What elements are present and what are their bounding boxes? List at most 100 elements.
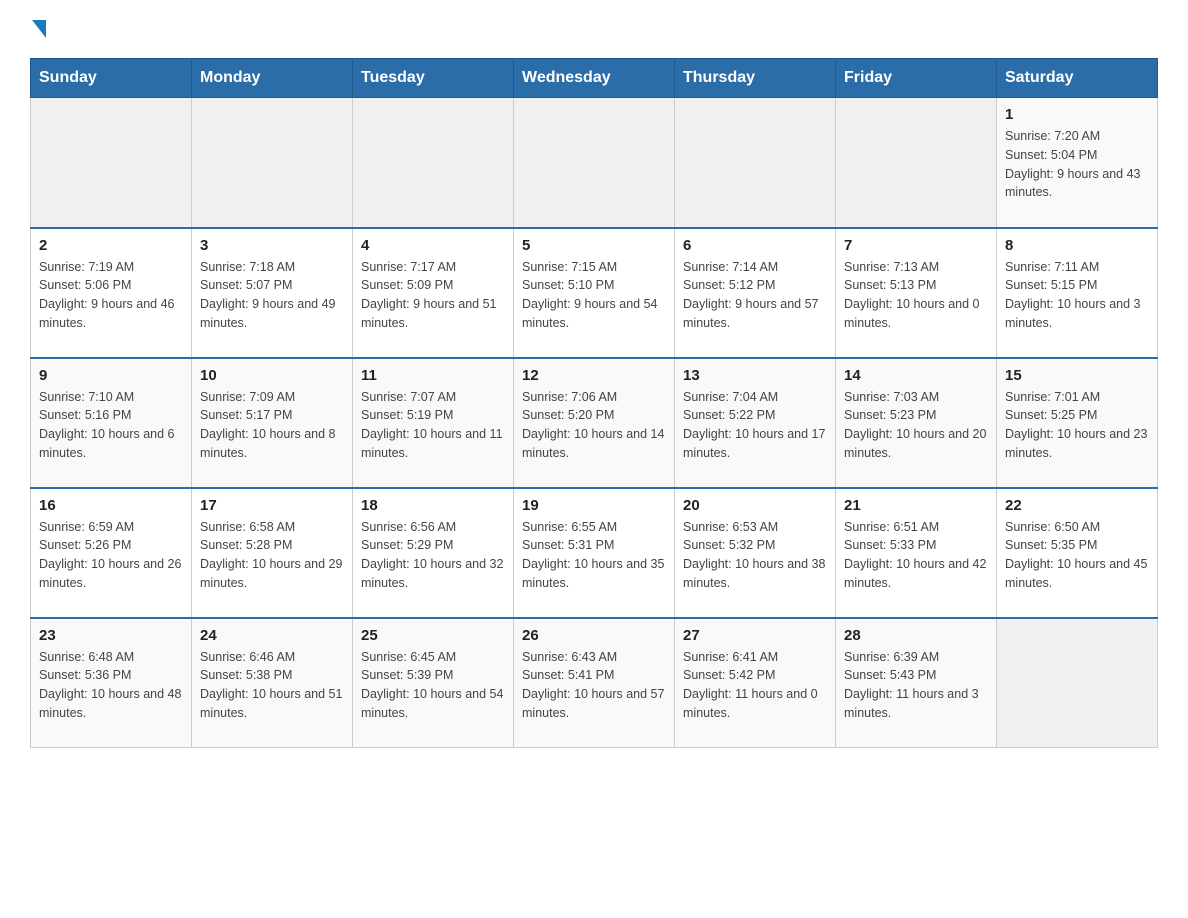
day-info: Sunrise: 6:59 AM Sunset: 5:26 PM Dayligh…: [39, 518, 183, 593]
calendar-cell: 10 Sunrise: 7:09 AM Sunset: 5:17 PM Dayli…: [192, 358, 353, 488]
day-number: 3: [200, 237, 344, 254]
day-number: 25: [361, 627, 505, 644]
day-info: Sunrise: 6:39 AM Sunset: 5:43 PM Dayligh…: [844, 648, 988, 723]
calendar-cell: 7 Sunrise: 7:13 AM Sunset: 5:13 PM Daylig…: [836, 228, 997, 358]
day-number: 27: [683, 627, 827, 644]
calendar-cell: 16 Sunrise: 6:59 AM Sunset: 5:26 PM Dayli…: [31, 488, 192, 618]
column-header-wednesday: Wednesday: [514, 59, 675, 98]
calendar-cell: 13 Sunrise: 7:04 AM Sunset: 5:22 PM Dayli…: [675, 358, 836, 488]
calendar-cell: 23 Sunrise: 6:48 AM Sunset: 5:36 PM Dayli…: [31, 618, 192, 748]
calendar-week-row: 1 Sunrise: 7:20 AM Sunset: 5:04 PM Daylig…: [31, 98, 1158, 228]
calendar-cell: 6 Sunrise: 7:14 AM Sunset: 5:12 PM Daylig…: [675, 228, 836, 358]
day-info: Sunrise: 6:58 AM Sunset: 5:28 PM Dayligh…: [200, 518, 344, 593]
day-number: 16: [39, 497, 183, 514]
day-number: 20: [683, 497, 827, 514]
column-header-friday: Friday: [836, 59, 997, 98]
day-info: Sunrise: 7:10 AM Sunset: 5:16 PM Dayligh…: [39, 388, 183, 463]
column-header-sunday: Sunday: [31, 59, 192, 98]
day-number: 15: [1005, 367, 1149, 384]
day-number: 21: [844, 497, 988, 514]
calendar-cell: 21Sunrise: 6:51 AM Sunset: 5:33 PM Dayli…: [836, 488, 997, 618]
day-info: Sunrise: 7:11 AM Sunset: 5:15 PM Dayligh…: [1005, 258, 1149, 333]
calendar-cell: 11 Sunrise: 7:07 AM Sunset: 5:19 PM Dayli…: [353, 358, 514, 488]
calendar-cell: 12 Sunrise: 7:06 AM Sunset: 5:20 PM Dayli…: [514, 358, 675, 488]
calendar-cell: 15 Sunrise: 7:01 AM Sunset: 5:25 PM Dayli…: [997, 358, 1158, 488]
calendar-cell: [997, 618, 1158, 748]
column-header-tuesday: Tuesday: [353, 59, 514, 98]
calendar-cell: 18 Sunrise: 6:56 AM Sunset: 5:29 PM Dayli…: [353, 488, 514, 618]
day-number: 23: [39, 627, 183, 644]
day-info: Sunrise: 6:55 AM Sunset: 5:31 PM Dayligh…: [522, 518, 666, 593]
column-header-thursday: Thursday: [675, 59, 836, 98]
day-info: Sunrise: 6:48 AM Sunset: 5:36 PM Dayligh…: [39, 648, 183, 723]
day-info: Sunrise: 7:15 AM Sunset: 5:10 PM Dayligh…: [522, 258, 666, 333]
calendar-cell: 19 Sunrise: 6:55 AM Sunset: 5:31 PM Dayli…: [514, 488, 675, 618]
calendar-cell: 20 Sunrise: 6:53 AM Sunset: 5:32 PM Dayli…: [675, 488, 836, 618]
day-number: 22: [1005, 497, 1149, 514]
day-info: Sunrise: 6:43 AM Sunset: 5:41 PM Dayligh…: [522, 648, 666, 723]
calendar-cell: 1 Sunrise: 7:20 AM Sunset: 5:04 PM Daylig…: [997, 98, 1158, 228]
day-info: Sunrise: 6:41 AM Sunset: 5:42 PM Dayligh…: [683, 648, 827, 723]
day-info: Sunrise: 6:45 AM Sunset: 5:39 PM Dayligh…: [361, 648, 505, 723]
calendar-cell: 17 Sunrise: 6:58 AM Sunset: 5:28 PM Dayli…: [192, 488, 353, 618]
day-number: 13: [683, 367, 827, 384]
day-info: Sunrise: 7:01 AM Sunset: 5:25 PM Dayligh…: [1005, 388, 1149, 463]
day-number: 6: [683, 237, 827, 254]
logo-arrow-icon: [32, 20, 46, 38]
calendar-week-row: 2 Sunrise: 7:19 AM Sunset: 5:06 PM Daylig…: [31, 228, 1158, 358]
day-number: 1: [1005, 106, 1149, 123]
calendar-cell: [836, 98, 997, 228]
day-info: Sunrise: 7:07 AM Sunset: 5:19 PM Dayligh…: [361, 388, 505, 463]
column-header-monday: Monday: [192, 59, 353, 98]
day-info: Sunrise: 6:53 AM Sunset: 5:32 PM Dayligh…: [683, 518, 827, 593]
calendar-cell: 26 Sunrise: 6:43 AM Sunset: 5:41 PM Dayli…: [514, 618, 675, 748]
day-number: 2: [39, 237, 183, 254]
day-number: 28: [844, 627, 988, 644]
day-number: 5: [522, 237, 666, 254]
day-number: 9: [39, 367, 183, 384]
day-number: 7: [844, 237, 988, 254]
day-number: 10: [200, 367, 344, 384]
calendar-week-row: 9 Sunrise: 7:10 AM Sunset: 5:16 PM Daylig…: [31, 358, 1158, 488]
day-number: 17: [200, 497, 344, 514]
day-info: Sunrise: 7:18 AM Sunset: 5:07 PM Dayligh…: [200, 258, 344, 333]
calendar-cell: 8 Sunrise: 7:11 AM Sunset: 5:15 PM Daylig…: [997, 228, 1158, 358]
calendar-cell: 4 Sunrise: 7:17 AM Sunset: 5:09 PM Daylig…: [353, 228, 514, 358]
calendar-cell: [31, 98, 192, 228]
day-number: 14: [844, 367, 988, 384]
calendar-cell: 3 Sunrise: 7:18 AM Sunset: 5:07 PM Daylig…: [192, 228, 353, 358]
page-header: [30, 20, 1158, 38]
day-info: Sunrise: 7:19 AM Sunset: 5:06 PM Dayligh…: [39, 258, 183, 333]
calendar-cell: 22 Sunrise: 6:50 AM Sunset: 5:35 PM Dayli…: [997, 488, 1158, 618]
day-number: 11: [361, 367, 505, 384]
calendar-header-row: SundayMondayTuesdayWednesdayThursdayFrid…: [31, 59, 1158, 98]
calendar-week-row: 16 Sunrise: 6:59 AM Sunset: 5:26 PM Dayli…: [31, 488, 1158, 618]
calendar-cell: [353, 98, 514, 228]
day-number: 24: [200, 627, 344, 644]
day-info: Sunrise: 7:13 AM Sunset: 5:13 PM Dayligh…: [844, 258, 988, 333]
day-number: 19: [522, 497, 666, 514]
calendar-cell: 9 Sunrise: 7:10 AM Sunset: 5:16 PM Daylig…: [31, 358, 192, 488]
calendar-cell: [514, 98, 675, 228]
day-number: 8: [1005, 237, 1149, 254]
day-info: Sunrise: 6:50 AM Sunset: 5:35 PM Dayligh…: [1005, 518, 1149, 593]
day-info: Sunrise: 6:56 AM Sunset: 5:29 PM Dayligh…: [361, 518, 505, 593]
day-info: Sunrise: 7:17 AM Sunset: 5:09 PM Dayligh…: [361, 258, 505, 333]
calendar-cell: [675, 98, 836, 228]
calendar-table: SundayMondayTuesdayWednesdayThursdayFrid…: [30, 58, 1158, 748]
calendar-cell: 5 Sunrise: 7:15 AM Sunset: 5:10 PM Daylig…: [514, 228, 675, 358]
day-info: Sunrise: 7:06 AM Sunset: 5:20 PM Dayligh…: [522, 388, 666, 463]
day-number: 18: [361, 497, 505, 514]
calendar-cell: 28 Sunrise: 6:39 AM Sunset: 5:43 PM Dayli…: [836, 618, 997, 748]
day-info: Sunrise: 7:09 AM Sunset: 5:17 PM Dayligh…: [200, 388, 344, 463]
day-number: 12: [522, 367, 666, 384]
day-info: Sunrise: 7:14 AM Sunset: 5:12 PM Dayligh…: [683, 258, 827, 333]
calendar-cell: 25 Sunrise: 6:45 AM Sunset: 5:39 PM Dayli…: [353, 618, 514, 748]
calendar-week-row: 23 Sunrise: 6:48 AM Sunset: 5:36 PM Dayli…: [31, 618, 1158, 748]
calendar-cell: 2 Sunrise: 7:19 AM Sunset: 5:06 PM Daylig…: [31, 228, 192, 358]
calendar-cell: 27 Sunrise: 6:41 AM Sunset: 5:42 PM Dayli…: [675, 618, 836, 748]
day-number: 4: [361, 237, 505, 254]
day-info: Sunrise: 7:04 AM Sunset: 5:22 PM Dayligh…: [683, 388, 827, 463]
day-number: 26: [522, 627, 666, 644]
day-info: Sunrise: 7:20 AM Sunset: 5:04 PM Dayligh…: [1005, 127, 1149, 202]
